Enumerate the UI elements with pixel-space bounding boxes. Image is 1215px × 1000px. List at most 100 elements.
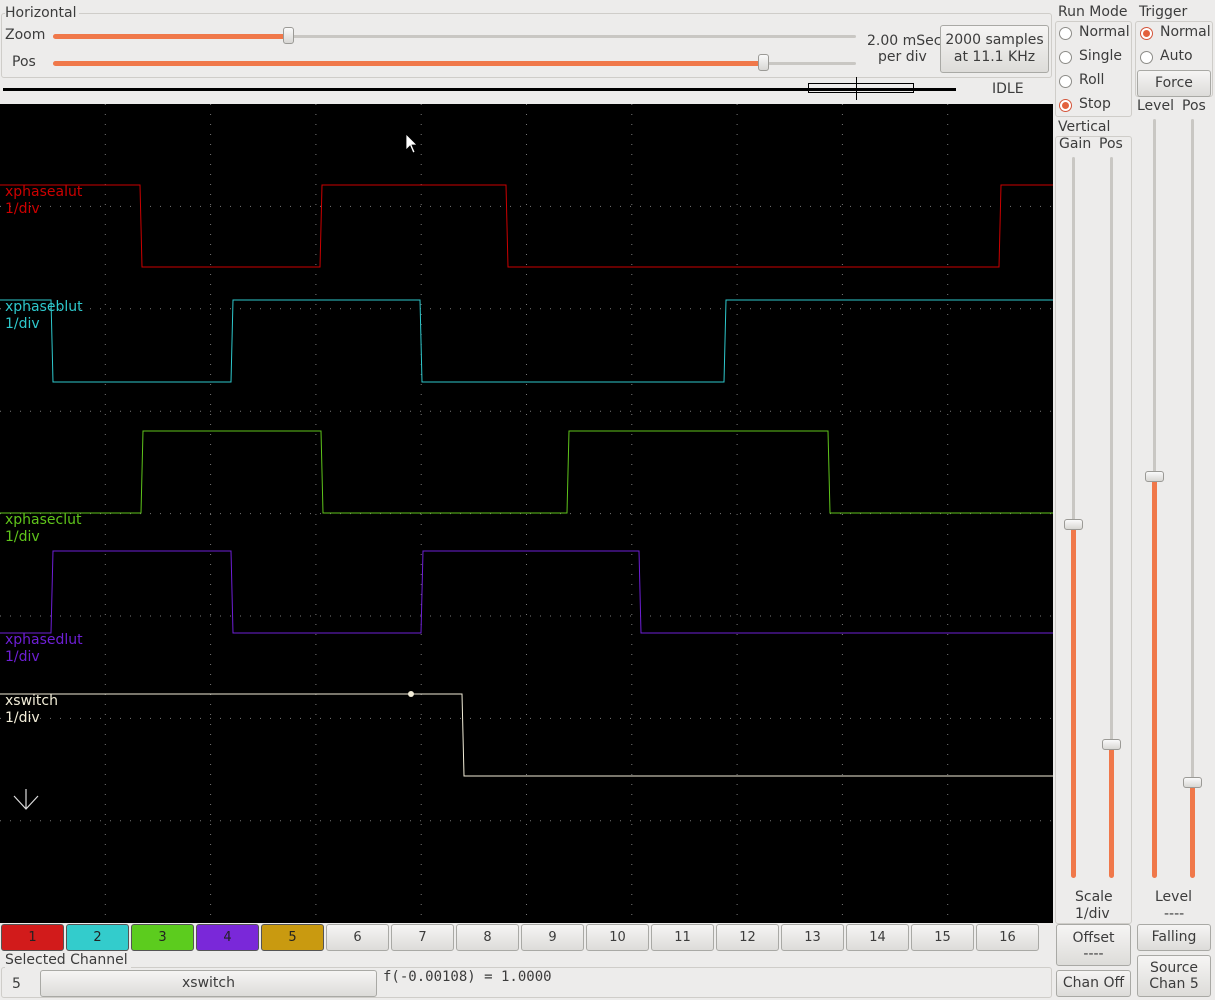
cursor-marker xyxy=(408,691,414,697)
channel-2-scale: 1/div xyxy=(5,316,40,332)
trigger-level-fill xyxy=(1152,476,1157,878)
channel-3-label: xphaseclut xyxy=(5,512,82,528)
channel-4-scale: 1/div xyxy=(5,649,40,665)
trigger-auto-label[interactable]: Auto xyxy=(1160,48,1193,64)
vertical-title: Vertical xyxy=(1058,119,1113,135)
offset-button[interactable]: Offset ---- xyxy=(1056,924,1131,966)
scale-title: Scale xyxy=(1075,889,1113,905)
trigger-auto-radio[interactable] xyxy=(1140,51,1153,64)
pos-slider-fill xyxy=(53,61,763,66)
run-mode-normal-label[interactable]: Normal xyxy=(1079,24,1130,40)
scope-traces xyxy=(0,104,1053,923)
trigger-pos-handle[interactable] xyxy=(1183,777,1202,788)
run-mode-roll-label[interactable]: Roll xyxy=(1079,72,1104,88)
run-mode-stop-label[interactable]: Stop xyxy=(1079,96,1111,112)
trigger-level-readout-title: Level xyxy=(1155,889,1192,905)
trigger-normal-radio[interactable] xyxy=(1140,27,1153,40)
run-mode-stop-radio[interactable] xyxy=(1059,99,1072,112)
mouse-pointer-icon xyxy=(405,133,418,154)
trigger-source-line2: Chan 5 xyxy=(1149,976,1199,992)
record-trigger-marker xyxy=(856,77,857,100)
channel-button-9[interactable]: 9 xyxy=(521,924,584,951)
channel-button-8[interactable]: 8 xyxy=(456,924,519,951)
scope-display[interactable]: xphasealut 1/div xphaseblut 1/div xphase… xyxy=(0,104,1053,923)
per-div-label: per div xyxy=(878,49,927,65)
record-window xyxy=(808,83,914,93)
pos-label: Pos xyxy=(12,54,36,70)
force-button[interactable]: Force xyxy=(1137,70,1211,97)
channel-5-scale: 1/div xyxy=(5,710,40,726)
selected-channel-readout: f(-0.00108) = 1.0000 xyxy=(383,969,552,985)
channel-1-scale: 1/div xyxy=(5,201,40,217)
offset-label: Offset xyxy=(1072,930,1115,946)
trigger-level-handle[interactable] xyxy=(1145,471,1164,482)
run-mode-roll-radio[interactable] xyxy=(1059,75,1072,88)
channel-2-label: xphaseblut xyxy=(5,299,83,315)
pos-slider-handle[interactable] xyxy=(758,54,769,71)
run-mode-single-radio[interactable] xyxy=(1059,51,1072,64)
samples-line1: 2000 samples xyxy=(945,32,1044,48)
trigger-source-line1: Source xyxy=(1149,960,1199,976)
channel-button-6[interactable]: 6 xyxy=(326,924,389,951)
channel-button-5[interactable]: 5 xyxy=(261,924,324,951)
vertical-gain-label: Gain xyxy=(1059,136,1092,152)
zoom-slider-fill xyxy=(53,34,288,39)
channel-button-16[interactable]: 16 xyxy=(976,924,1039,951)
channel-4-trace xyxy=(0,550,1053,634)
vertical-gain-slider[interactable] xyxy=(1064,157,1083,878)
channel-5-label: xswitch xyxy=(5,693,58,709)
vertical-pos-label: Pos xyxy=(1099,136,1123,152)
trigger-level-label: Level xyxy=(1137,98,1174,114)
samples-button[interactable]: 2000 samples at 11.1 KHz xyxy=(940,25,1049,73)
channel-2-trace xyxy=(0,299,1053,383)
selected-channel-number: 5 xyxy=(12,976,21,992)
vertical-frame xyxy=(1055,136,1132,924)
offset-value: ---- xyxy=(1083,946,1104,962)
vertical-pos-fill xyxy=(1109,744,1114,878)
channel-button-2[interactable]: 2 xyxy=(66,924,129,951)
trigger-arrow-icon xyxy=(13,789,39,810)
vertical-gain-handle[interactable] xyxy=(1064,519,1083,530)
channel-button-10[interactable]: 10 xyxy=(586,924,649,951)
status-label: IDLE xyxy=(992,81,1024,97)
vertical-pos-handle[interactable] xyxy=(1102,739,1121,750)
trigger-pos-fill xyxy=(1190,782,1195,878)
zoom-label: Zoom xyxy=(5,27,46,43)
trigger-title: Trigger xyxy=(1139,4,1190,20)
trigger-pos-slider[interactable] xyxy=(1183,119,1202,878)
channel-1-label: xphasealut xyxy=(5,184,83,200)
channel-button-4[interactable]: 4 xyxy=(196,924,259,951)
trigger-level-slider[interactable] xyxy=(1145,119,1164,878)
channel-button-14[interactable]: 14 xyxy=(846,924,909,951)
channel-button-1[interactable]: 1 xyxy=(1,924,64,951)
channel-button-7[interactable]: 7 xyxy=(391,924,454,951)
run-mode-single-label[interactable]: Single xyxy=(1079,48,1122,64)
channel-4-label: xphasedlut xyxy=(5,632,83,648)
trigger-normal-label[interactable]: Normal xyxy=(1160,24,1211,40)
vertical-pos-slider[interactable] xyxy=(1102,157,1121,878)
run-mode-normal-radio[interactable] xyxy=(1059,27,1072,40)
trigger-edge-button[interactable]: Falling xyxy=(1137,924,1211,951)
samples-line2: at 11.1 KHz xyxy=(953,49,1036,65)
channel-button-3[interactable]: 3 xyxy=(131,924,194,951)
run-mode-title: Run Mode xyxy=(1058,4,1130,20)
trigger-level-readout-value: ---- xyxy=(1164,906,1185,922)
channel-button-15[interactable]: 15 xyxy=(911,924,974,951)
vertical-gain-fill xyxy=(1071,524,1076,878)
pos-slider[interactable] xyxy=(53,54,856,71)
horizontal-title: Horizontal xyxy=(5,5,80,21)
channel-button-12[interactable]: 12 xyxy=(716,924,779,951)
chan-off-button[interactable]: Chan Off xyxy=(1056,970,1131,997)
trigger-source-button[interactable]: Source Chan 5 xyxy=(1137,955,1211,997)
zoom-slider-handle[interactable] xyxy=(283,27,294,44)
channel-3-trace xyxy=(0,430,1053,514)
scale-value: 1/div xyxy=(1075,906,1110,922)
channel-button-13[interactable]: 13 xyxy=(781,924,844,951)
selected-channel-title: Selected Channel xyxy=(5,952,131,968)
channel-button-11[interactable]: 11 xyxy=(651,924,714,951)
time-per-div: 2.00 mSec xyxy=(867,33,942,49)
record-position-strip[interactable] xyxy=(3,77,956,100)
trigger-pos-label: Pos xyxy=(1182,98,1206,114)
selected-channel-name-button[interactable]: xswitch xyxy=(40,970,377,997)
zoom-slider[interactable] xyxy=(53,27,856,44)
